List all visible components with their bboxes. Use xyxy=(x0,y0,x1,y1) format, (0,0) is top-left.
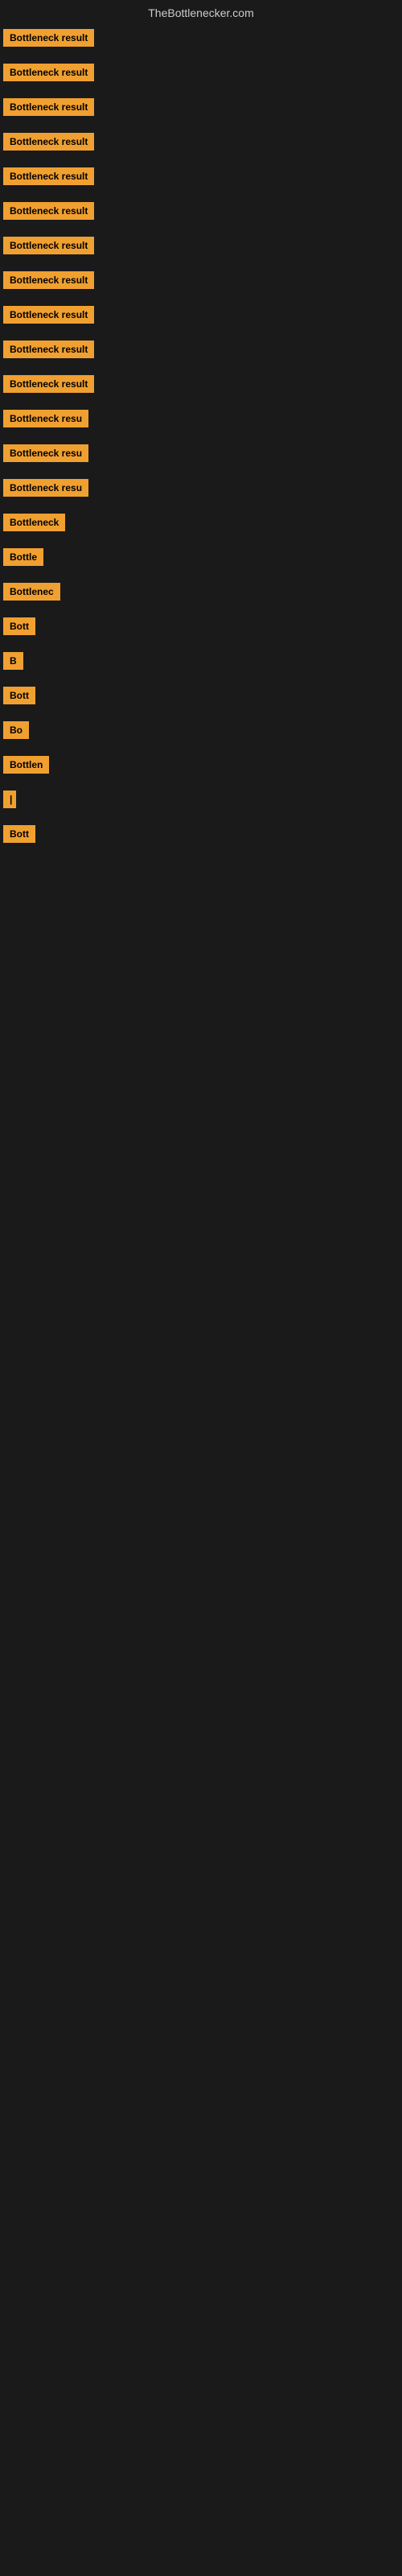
list-item: Bottleneck result xyxy=(0,230,402,265)
list-item: Bottleneck result xyxy=(0,92,402,126)
list-item: Bottleneck result xyxy=(0,196,402,230)
bottleneck-badge[interactable]: Bottleneck result xyxy=(3,271,94,289)
list-item: Bottleneck result xyxy=(0,23,402,57)
list-item: Bottleneck result xyxy=(0,161,402,196)
bottleneck-badge[interactable]: Bottleneck result xyxy=(3,29,94,47)
bottleneck-badge[interactable]: Bottleneck result xyxy=(3,375,94,393)
bottleneck-badge[interactable]: Bottlen xyxy=(3,756,49,774)
list-item: Bott xyxy=(0,680,402,715)
list-item: Bott xyxy=(0,611,402,646)
bottleneck-badge[interactable]: Bottleneck result xyxy=(3,64,94,81)
list-item: Bottleneck xyxy=(0,507,402,542)
list-item: Bottlen xyxy=(0,749,402,784)
bottleneck-badge[interactable]: Bottleneck result xyxy=(3,133,94,151)
list-item: Bottleneck resu xyxy=(0,403,402,438)
list-item: Bottleneck result xyxy=(0,126,402,161)
bottleneck-badge[interactable]: Bottleneck resu xyxy=(3,410,88,427)
list-item: Bottleneck result xyxy=(0,299,402,334)
list-item: Bottleneck result xyxy=(0,265,402,299)
bottleneck-badge[interactable]: Bottleneck result xyxy=(3,98,94,116)
bottleneck-badge[interactable]: Bottleneck result xyxy=(3,306,94,324)
list-item: Bottlenec xyxy=(0,576,402,611)
list-item: Bottleneck result xyxy=(0,334,402,369)
bottleneck-badge[interactable]: | xyxy=(3,791,16,808)
site-title: TheBottlenecker.com xyxy=(0,0,402,23)
list-item: Bottle xyxy=(0,542,402,576)
site-header: TheBottlenecker.com xyxy=(0,0,402,23)
bottleneck-badge[interactable]: B xyxy=(3,652,23,670)
bottleneck-list: Bottleneck result Bottleneck result Bottle… xyxy=(0,23,402,853)
bottleneck-badge[interactable]: Bottleneck result xyxy=(3,167,94,185)
list-item: Bottleneck resu xyxy=(0,473,402,507)
list-item: Bottleneck resu xyxy=(0,438,402,473)
list-item: B xyxy=(0,646,402,680)
bottleneck-badge[interactable]: Bottle xyxy=(3,548,43,566)
bottleneck-badge[interactable]: Bott xyxy=(3,617,35,635)
bottleneck-badge[interactable]: Bottleneck xyxy=(3,514,65,531)
bottleneck-badge[interactable]: Bottlenec xyxy=(3,583,60,601)
bottleneck-badge[interactable]: Bottleneck result xyxy=(3,202,94,220)
bottleneck-badge[interactable]: Bo xyxy=(3,721,29,739)
list-item: Bottleneck result xyxy=(0,369,402,403)
list-item: Bott xyxy=(0,819,402,853)
list-item: Bo xyxy=(0,715,402,749)
bottleneck-badge[interactable]: Bottleneck result xyxy=(3,341,94,358)
bottleneck-badge[interactable]: Bottleneck result xyxy=(3,237,94,254)
list-item: Bottleneck result xyxy=(0,57,402,92)
bottleneck-badge[interactable]: Bottleneck resu xyxy=(3,479,88,497)
bottleneck-badge[interactable]: Bott xyxy=(3,825,35,843)
bottleneck-badge[interactable]: Bott xyxy=(3,687,35,704)
list-item: | xyxy=(0,784,402,819)
bottleneck-badge[interactable]: Bottleneck resu xyxy=(3,444,88,462)
